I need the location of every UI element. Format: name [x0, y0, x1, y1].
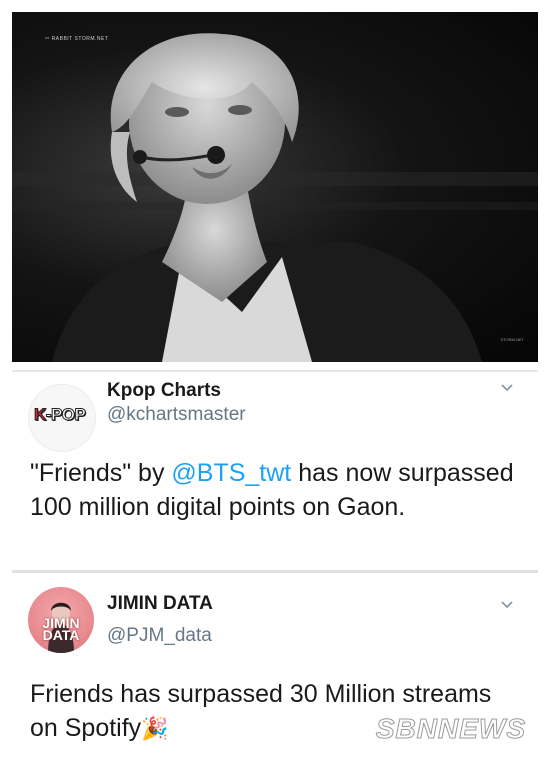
avatar-label: JIMIN DATA	[42, 615, 80, 643]
sbnnews-watermark: SBNNEWS	[375, 713, 526, 745]
user-handle[interactable]: @PJM_data	[107, 625, 212, 647]
performer-illustration	[12, 33, 538, 362]
concert-photo: ᵒᵒ RABBIT STORM.NET STORM.NET	[12, 12, 538, 362]
chevron-down-icon[interactable]	[500, 380, 514, 394]
display-name[interactable]: Kpop Charts	[107, 380, 221, 402]
tweet-text: "Friends" by @BTS_twt has now surpassed …	[30, 459, 514, 521]
kpop-logo: K-POP	[34, 405, 87, 425]
tweet-kpop-charts[interactable]: K-POP Kpop Charts @kchartsmaster "Friend…	[12, 370, 538, 567]
user-handle[interactable]: @kchartsmaster	[107, 404, 246, 426]
chevron-down-icon[interactable]	[500, 597, 514, 611]
avatar[interactable]: JIMIN DATA	[28, 587, 94, 653]
display-name[interactable]: JIMIN DATA	[107, 593, 213, 615]
photo-watermark: ᵒᵒ RABBIT STORM.NET	[45, 36, 109, 42]
photo-corner-watermark: STORM.NET	[500, 337, 524, 342]
avatar[interactable]: K-POP	[28, 384, 96, 452]
mention-link[interactable]: @BTS_twt	[171, 459, 291, 487]
party-popper-icon: 🎉	[141, 716, 169, 741]
